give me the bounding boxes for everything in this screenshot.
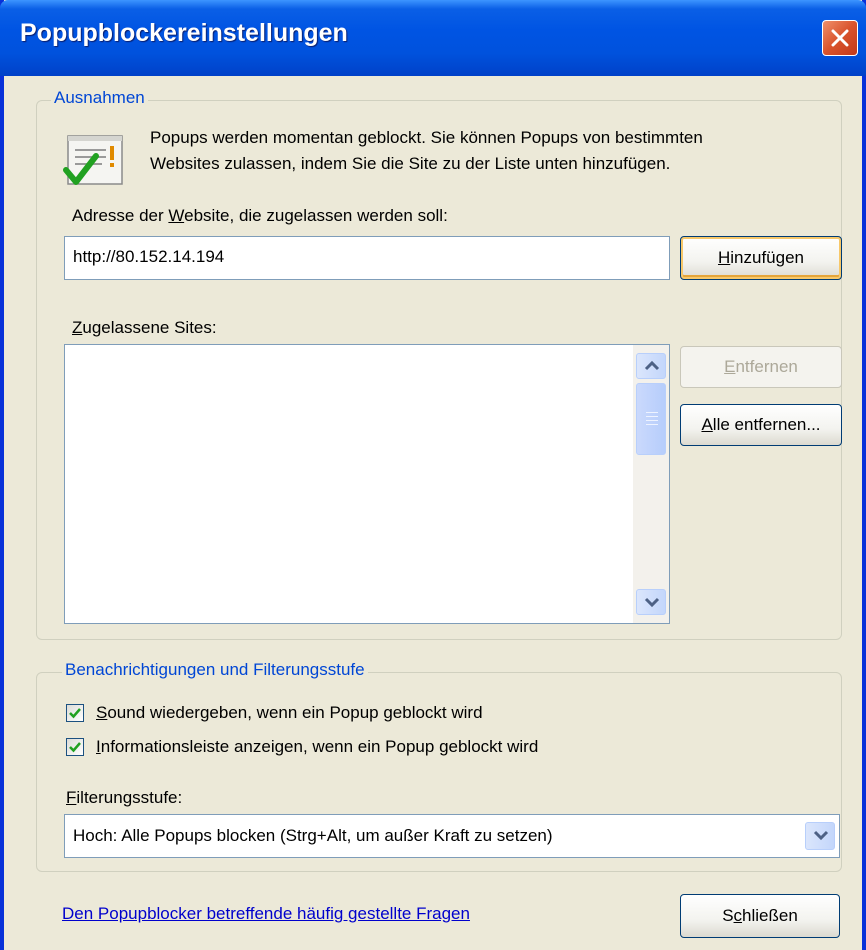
filter-level-select[interactable]: Hoch: Alle Popups blocken (Strg+Alt, um … — [64, 814, 840, 858]
remove-button[interactable]: Entfernen — [680, 346, 842, 388]
exceptions-legend: Ausnahmen — [51, 88, 148, 108]
notifications-legend: Benachrichtigungen und Filterungsstufe — [62, 660, 368, 680]
website-address-input[interactable]: http://80.152.14.194 — [64, 236, 670, 280]
website-address-value: http://80.152.14.194 — [73, 247, 225, 266]
list-scrollbar[interactable] — [633, 345, 669, 623]
close-icon — [831, 29, 849, 47]
scroll-down-button[interactable] — [636, 589, 666, 615]
close-button[interactable]: Schließen — [680, 894, 840, 938]
address-label: Adresse der Website, die zugelassen werd… — [72, 206, 448, 225]
chevron-up-icon — [644, 360, 660, 371]
sound-checkbox-label[interactable]: Sound wiedergeben, wenn ein Popup gebloc… — [96, 703, 483, 723]
close-window-button[interactable] — [822, 20, 858, 56]
popup-blocker-settings-dialog: Popupblockereinstellungen Ausnahmen Popu… — [0, 0, 866, 950]
popup-blocked-info-icon — [62, 126, 134, 201]
infobar-checkbox[interactable] — [66, 738, 84, 756]
sound-checkbox[interactable] — [66, 704, 84, 722]
check-icon — [69, 742, 81, 753]
chevron-down-icon — [644, 597, 660, 608]
info-text-line-2: Websites zulassen, indem Sie die Site zu… — [150, 154, 671, 173]
scroll-up-button[interactable] — [636, 353, 666, 379]
scroll-thumb[interactable] — [636, 383, 666, 455]
title-bar[interactable]: Popupblockereinstellungen — [0, 0, 866, 76]
infobar-checkbox-label[interactable]: Informationsleiste anzeigen, wenn ein Po… — [96, 737, 538, 757]
remove-all-button[interactable]: Alle entfernen... — [680, 404, 842, 446]
dropdown-button[interactable] — [805, 822, 835, 850]
info-text-line-1: Popups werden momentan geblockt. Sie kön… — [150, 128, 703, 147]
filter-level-label: Filterungsstufe: — [66, 788, 183, 807]
add-button[interactable]: Hinzufügen — [680, 236, 842, 280]
allowed-sites-list[interactable] — [64, 344, 670, 624]
check-icon — [69, 708, 81, 719]
faq-link[interactable]: Den Popupblocker betreffende häufig gest… — [62, 904, 470, 924]
filter-level-selected-value: Hoch: Alle Popups blocken (Strg+Alt, um … — [73, 826, 553, 845]
chevron-down-icon — [813, 830, 829, 841]
window-title: Popupblockereinstellungen — [20, 19, 348, 47]
allowed-sites-label: Zugelassene Sites: — [72, 318, 217, 337]
